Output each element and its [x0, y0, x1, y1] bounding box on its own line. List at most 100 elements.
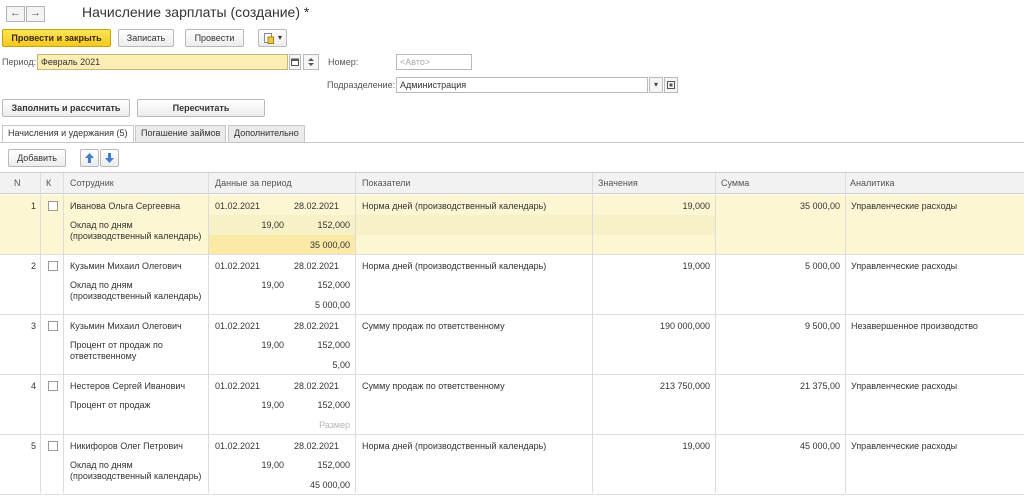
accrual-type[interactable]: Процент от продаж по — [70, 340, 163, 351]
back-button[interactable]: ← — [6, 6, 25, 22]
accruals-table[interactable]: N К Сотрудник Данные за период Показател… — [0, 172, 1024, 502]
column-header-period[interactable]: Данные за период — [215, 178, 292, 188]
row-checkbox[interactable] — [48, 381, 58, 391]
worked-days[interactable]: 19,00 — [261, 460, 284, 471]
post-button[interactable]: Провести — [185, 29, 244, 47]
department-open-button[interactable] — [664, 77, 678, 93]
period-field[interactable]: Февраль 2021 — [37, 54, 288, 70]
department-field[interactable]: Администрация — [396, 77, 648, 93]
employee-name[interactable]: Кузьмин Михаил Олегович — [70, 321, 182, 332]
accrual-type[interactable]: Процент от продаж — [70, 400, 151, 411]
column-header-employee[interactable]: Сотрудник — [70, 178, 114, 188]
indicator-name[interactable]: Норма дней (производственный календарь) — [362, 441, 546, 452]
indicator-value[interactable]: 19,000 — [682, 441, 710, 452]
row-checkbox[interactable] — [48, 321, 58, 331]
indicator-name[interactable]: Норма дней (производственный календарь) — [362, 201, 546, 212]
worked-hours[interactable]: 152,000 — [317, 400, 350, 411]
worked-hours[interactable]: 152,000 — [317, 220, 350, 231]
sum-amount[interactable]: 5 000,00 — [805, 261, 840, 272]
row-number: 5 — [30, 441, 36, 451]
column-header-n[interactable]: N — [14, 178, 21, 188]
indicator-name[interactable]: Сумму продаж по ответственному — [362, 321, 505, 332]
table-row[interactable]: 2 Кузьмин Михаил Олегович Оклад по дням (пр… — [0, 255, 1024, 315]
recalculate-button[interactable]: Пересчитать — [137, 99, 265, 117]
fill-and-calculate-button[interactable]: Заполнить и рассчитать — [2, 99, 130, 117]
indicator-value[interactable]: 19,000 — [682, 201, 710, 212]
period-stepper[interactable] — [303, 54, 319, 70]
date-to[interactable]: 28.02.2021 — [294, 321, 339, 332]
calendar-button[interactable] — [289, 54, 301, 70]
column-header-sum[interactable]: Сумма — [721, 178, 749, 188]
move-up-button[interactable] — [80, 149, 99, 167]
date-from[interactable]: 01.02.2021 — [215, 381, 260, 392]
column-divider — [592, 173, 593, 493]
number-field[interactable]: <Авто> — [396, 54, 472, 70]
tab-divider — [0, 142, 1024, 143]
indicator-name[interactable]: Сумму продаж по ответственному — [362, 381, 505, 392]
accrual-type[interactable]: Оклад по дням — [70, 460, 133, 471]
column-header-values[interactable]: Значения — [598, 178, 638, 188]
worked-hours[interactable]: 152,000 — [317, 460, 350, 471]
worked-days[interactable]: 19,00 — [261, 280, 284, 291]
worked-days[interactable]: 19,00 — [261, 340, 284, 351]
forward-button[interactable]: → — [26, 6, 45, 22]
analytics-value[interactable]: Управленческие расходы — [851, 201, 957, 212]
row-checkbox[interactable] — [48, 201, 58, 211]
post-and-close-button[interactable]: Провести и закрыть — [2, 29, 111, 47]
department-dropdown-button[interactable]: ▾ — [649, 77, 663, 93]
indicator-value[interactable]: 213 750,000 — [660, 381, 710, 392]
result-amount[interactable]: Размер — [319, 420, 350, 431]
result-amount[interactable]: 35 000,00 — [310, 240, 350, 251]
sum-amount[interactable]: 35 000,00 — [800, 201, 840, 212]
analytics-value[interactable]: Управленческие расходы — [851, 261, 957, 272]
department-label: Подразделение: — [327, 80, 396, 90]
row-checkbox[interactable] — [48, 261, 58, 271]
date-from[interactable]: 01.02.2021 — [215, 441, 260, 452]
save-button[interactable]: Записать — [118, 29, 174, 47]
column-header-indicators[interactable]: Показатели — [362, 178, 410, 188]
sum-amount[interactable]: 9 500,00 — [805, 321, 840, 332]
worked-days[interactable]: 19,00 — [261, 400, 284, 411]
employee-name[interactable]: Никифоров Олег Петрович — [70, 441, 183, 452]
result-amount[interactable]: 5 000,00 — [315, 300, 350, 311]
row-number: 2 — [30, 261, 36, 271]
indicator-value[interactable]: 190 000,000 — [660, 321, 710, 332]
sum-amount[interactable]: 21 375,00 — [800, 381, 840, 392]
date-to[interactable]: 28.02.2021 — [294, 381, 339, 392]
worked-hours[interactable]: 152,000 — [317, 280, 350, 291]
analytics-value[interactable]: Управленческие расходы — [851, 441, 957, 452]
tab-additional[interactable]: Дополнительно — [228, 125, 305, 142]
accrual-type[interactable]: Оклад по дням — [70, 220, 133, 231]
accrual-type[interactable]: Оклад по дням — [70, 280, 133, 291]
worked-hours[interactable]: 152,000 — [317, 340, 350, 351]
table-row[interactable]: 1 Иванова Ольга Сергеевна Оклад по дням (пр… — [0, 195, 1024, 255]
date-from[interactable]: 01.02.2021 — [215, 261, 260, 272]
move-down-button[interactable] — [100, 149, 119, 167]
tab-accruals[interactable]: Начисления и удержания (5) — [2, 125, 134, 143]
column-header-analytics[interactable]: Аналитика — [850, 178, 895, 188]
add-row-button[interactable]: Добавить — [8, 149, 66, 167]
table-row[interactable]: 3 Кузьмин Михаил Олегович Процент от прода… — [0, 315, 1024, 375]
date-to[interactable]: 28.02.2021 — [294, 201, 339, 212]
more-actions-button[interactable]: ▾ — [258, 29, 287, 47]
table-row[interactable]: 5 Никифоров Олег Петрович Оклад по дням (пр… — [0, 435, 1024, 495]
employee-name[interactable]: Нестеров Сергей Иванович — [70, 381, 185, 392]
worked-days[interactable]: 19,00 — [261, 220, 284, 231]
sum-amount[interactable]: 45 000,00 — [800, 441, 840, 452]
table-row[interactable]: 4 Нестеров Сергей Иванович Процент от прод… — [0, 375, 1024, 435]
result-amount[interactable]: 45 000,00 — [310, 480, 350, 491]
employee-name[interactable]: Кузьмин Михаил Олегович — [70, 261, 182, 272]
analytics-value[interactable]: Незавершенное производство — [851, 321, 978, 332]
row-checkbox[interactable] — [48, 441, 58, 451]
tab-loans[interactable]: Погашение займов — [135, 125, 227, 142]
date-from[interactable]: 01.02.2021 — [215, 201, 260, 212]
date-from[interactable]: 01.02.2021 — [215, 321, 260, 332]
result-amount[interactable]: 5,00 — [332, 360, 350, 371]
column-header-k[interactable]: К — [46, 178, 51, 188]
analytics-value[interactable]: Управленческие расходы — [851, 381, 957, 392]
date-to[interactable]: 28.02.2021 — [294, 261, 339, 272]
indicator-value[interactable]: 19,000 — [682, 261, 710, 272]
indicator-name[interactable]: Норма дней (производственный календарь) — [362, 261, 546, 272]
employee-name[interactable]: Иванова Ольга Сергеевна — [70, 201, 180, 212]
date-to[interactable]: 28.02.2021 — [294, 441, 339, 452]
